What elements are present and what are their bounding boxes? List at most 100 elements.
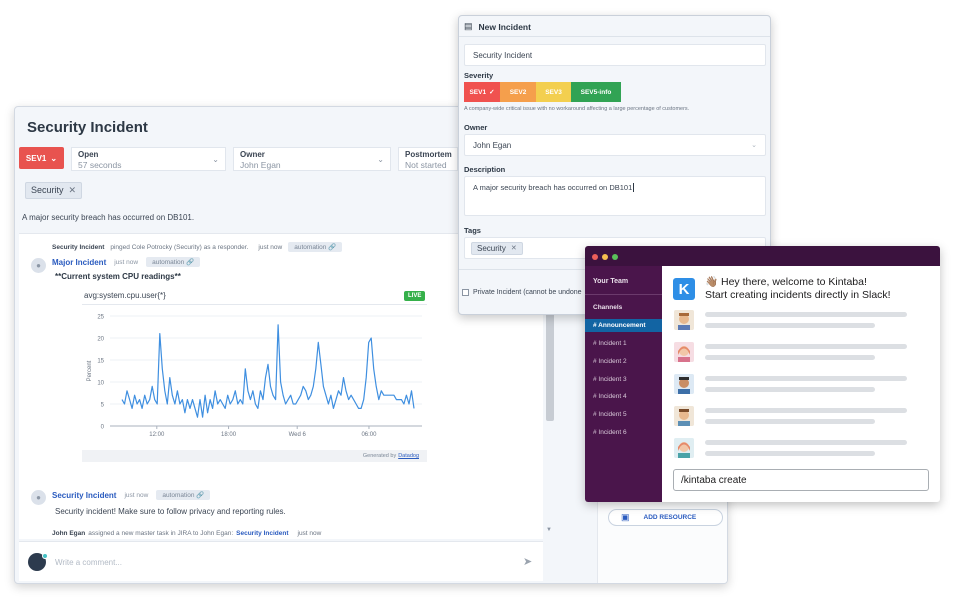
message-placeholder: [705, 440, 907, 445]
book-icon: ▤: [464, 21, 473, 31]
modal-title: New Incident: [478, 21, 531, 32]
user-avatar: [674, 406, 694, 426]
severity-option-sev1[interactable]: SEV1 ✓: [464, 82, 500, 102]
post-time: just now: [124, 491, 149, 499]
user-avatar: [674, 374, 694, 394]
description-value: A major security breach has occurred on …: [473, 183, 633, 192]
severity-option-sev2[interactable]: SEV2: [500, 82, 536, 102]
severity-option-sev3[interactable]: SEV3: [536, 82, 571, 102]
automation-badge: automation 🔗: [156, 490, 211, 500]
message-placeholder: [705, 344, 907, 349]
post-header: Security Incident just now automation 🔗: [52, 490, 211, 500]
cpu-line-chart: 0 5 10 15 20 25 12:00 18:00 Wed 6 06:00 Percent: [87, 315, 422, 438]
owner-field[interactable]: Owner John Egan ⌄: [233, 147, 391, 171]
channel-incident-5[interactable]: # Incident 5: [585, 408, 662, 421]
chart-title: avg:system.cpu.user{*}: [84, 291, 166, 300]
owner-field-value: John Egan: [240, 160, 281, 170]
post-author[interactable]: Security Incident: [52, 491, 116, 500]
team-name[interactable]: Your Team: [593, 278, 628, 285]
avatar: ●: [31, 490, 46, 505]
channel-incident-6[interactable]: # Incident 6: [585, 426, 662, 439]
minimize-window-icon[interactable]: [602, 254, 608, 260]
description-textarea[interactable]: A major security breach has occurred on …: [464, 176, 766, 216]
post-author[interactable]: Major Incident: [52, 258, 106, 267]
chart-card: avg:system.cpu.user{*} LIVE 0 5 10 15 20 25 12…: [82, 286, 427, 462]
severity-option-sev5[interactable]: SEV5-info: [571, 82, 621, 102]
private-label: Private Incident (cannot be undone: [473, 289, 582, 296]
close-window-icon[interactable]: [592, 254, 598, 260]
tag-security[interactable]: Security ✕: [25, 181, 83, 199]
close-icon[interactable]: ✕: [69, 185, 77, 196]
link-icon: 🔗: [186, 259, 195, 266]
channel-incident-3[interactable]: # Incident 3: [585, 373, 662, 386]
welcome-line-2: Start creating incidents directly in Sla…: [705, 289, 891, 301]
chevron-down-icon: ⌄: [751, 142, 757, 149]
postmortem-field-value: Not started: [405, 160, 447, 170]
cpu-series-line: [121, 324, 415, 418]
channel-incident-1[interactable]: # Incident 1: [585, 337, 662, 350]
message-placeholder: [705, 387, 875, 392]
add-resource-button[interactable]: ▣ ADD RESOURCE: [608, 509, 723, 526]
owner-label: Owner: [464, 123, 488, 132]
postmortem-field[interactable]: Postmortem Not started: [398, 147, 458, 171]
tags-label: Tags: [464, 226, 481, 235]
link-icon: 🔗: [328, 244, 337, 251]
private-checkbox[interactable]: [462, 289, 469, 296]
message-placeholder: [705, 408, 907, 413]
user-icon: ●: [36, 261, 41, 270]
automation-badge: automation 🔗: [288, 242, 343, 252]
link-icon: 🔗: [196, 492, 205, 499]
ping-author[interactable]: Security Incident: [52, 244, 104, 251]
log-author[interactable]: John Egan: [52, 530, 85, 537]
severity-dropdown[interactable]: SEV1 ⌄: [19, 147, 64, 169]
channel-announcement[interactable]: # Announcement: [585, 319, 662, 332]
online-status-icon: [42, 553, 48, 559]
y-axis-label: Percent: [87, 360, 93, 381]
status-field[interactable]: Open 57 seconds ⌄: [71, 147, 226, 171]
channels-heading: Channels: [593, 304, 623, 311]
tag-security[interactable]: Security ✕: [471, 241, 523, 255]
severity-label: Severity: [464, 71, 494, 80]
slack-window: Your Team Channels # Announcement # Inci…: [585, 246, 940, 502]
feed-ping: Security Incident pinged Cole Potrocky (…: [52, 242, 343, 252]
incident-name-input[interactable]: Security Incident: [464, 44, 766, 66]
add-file-icon: ▣: [621, 512, 630, 522]
close-icon[interactable]: ✕: [511, 244, 517, 252]
chevron-down-icon: ⌄: [50, 153, 58, 163]
chart-divider: [82, 304, 427, 305]
message-placeholder: [705, 323, 875, 328]
x-tick-label: 06:00: [361, 432, 377, 438]
y-tick-label: 25: [97, 315, 104, 321]
post-time: just now: [114, 258, 139, 266]
comment-bar: Write a comment... ➤: [19, 541, 543, 581]
modal-header: ▤ New Incident: [464, 21, 531, 32]
user-icon: ●: [36, 493, 41, 502]
welcome-line-1: 👋🏽 Hey there, welcome to Kintaba!: [705, 276, 867, 288]
message-placeholder: [705, 312, 907, 317]
owner-value: John Egan: [473, 140, 512, 150]
message-placeholder: [705, 355, 875, 360]
log-link[interactable]: Security Incident: [236, 530, 288, 537]
channel-incident-4[interactable]: # Incident 4: [585, 390, 662, 403]
maximize-window-icon[interactable]: [612, 254, 618, 260]
status-field-value: 57 seconds: [78, 160, 122, 170]
feed-log: John Egan assigned a new master task in …: [52, 530, 321, 537]
divider: [585, 294, 662, 295]
scroll-down-icon[interactable]: ▼: [546, 527, 552, 533]
comment-input[interactable]: Write a comment...: [55, 558, 122, 567]
postmortem-field-label: Postmortem: [405, 150, 452, 159]
owner-select[interactable]: John Egan ⌄: [464, 134, 766, 156]
status-field-label: Open: [78, 150, 99, 159]
datadog-link[interactable]: Datadog: [398, 453, 419, 459]
severity-hint: A company-wide critical issue with no wo…: [464, 106, 690, 112]
tag-list: Security ✕: [25, 180, 83, 199]
post-heading: **Current system CPU readings**: [55, 272, 181, 281]
private-checkbox-row: Private Incident (cannot be undone: [462, 289, 582, 296]
check-icon: ✓: [489, 89, 495, 96]
severity-label: SEV1: [25, 153, 47, 163]
send-icon[interactable]: ➤: [523, 555, 532, 568]
message-placeholder: [705, 419, 875, 424]
y-tick-label: 15: [97, 359, 104, 365]
channel-incident-2[interactable]: # Incident 2: [585, 355, 662, 368]
slack-message-input[interactable]: /kintaba create: [673, 469, 929, 491]
